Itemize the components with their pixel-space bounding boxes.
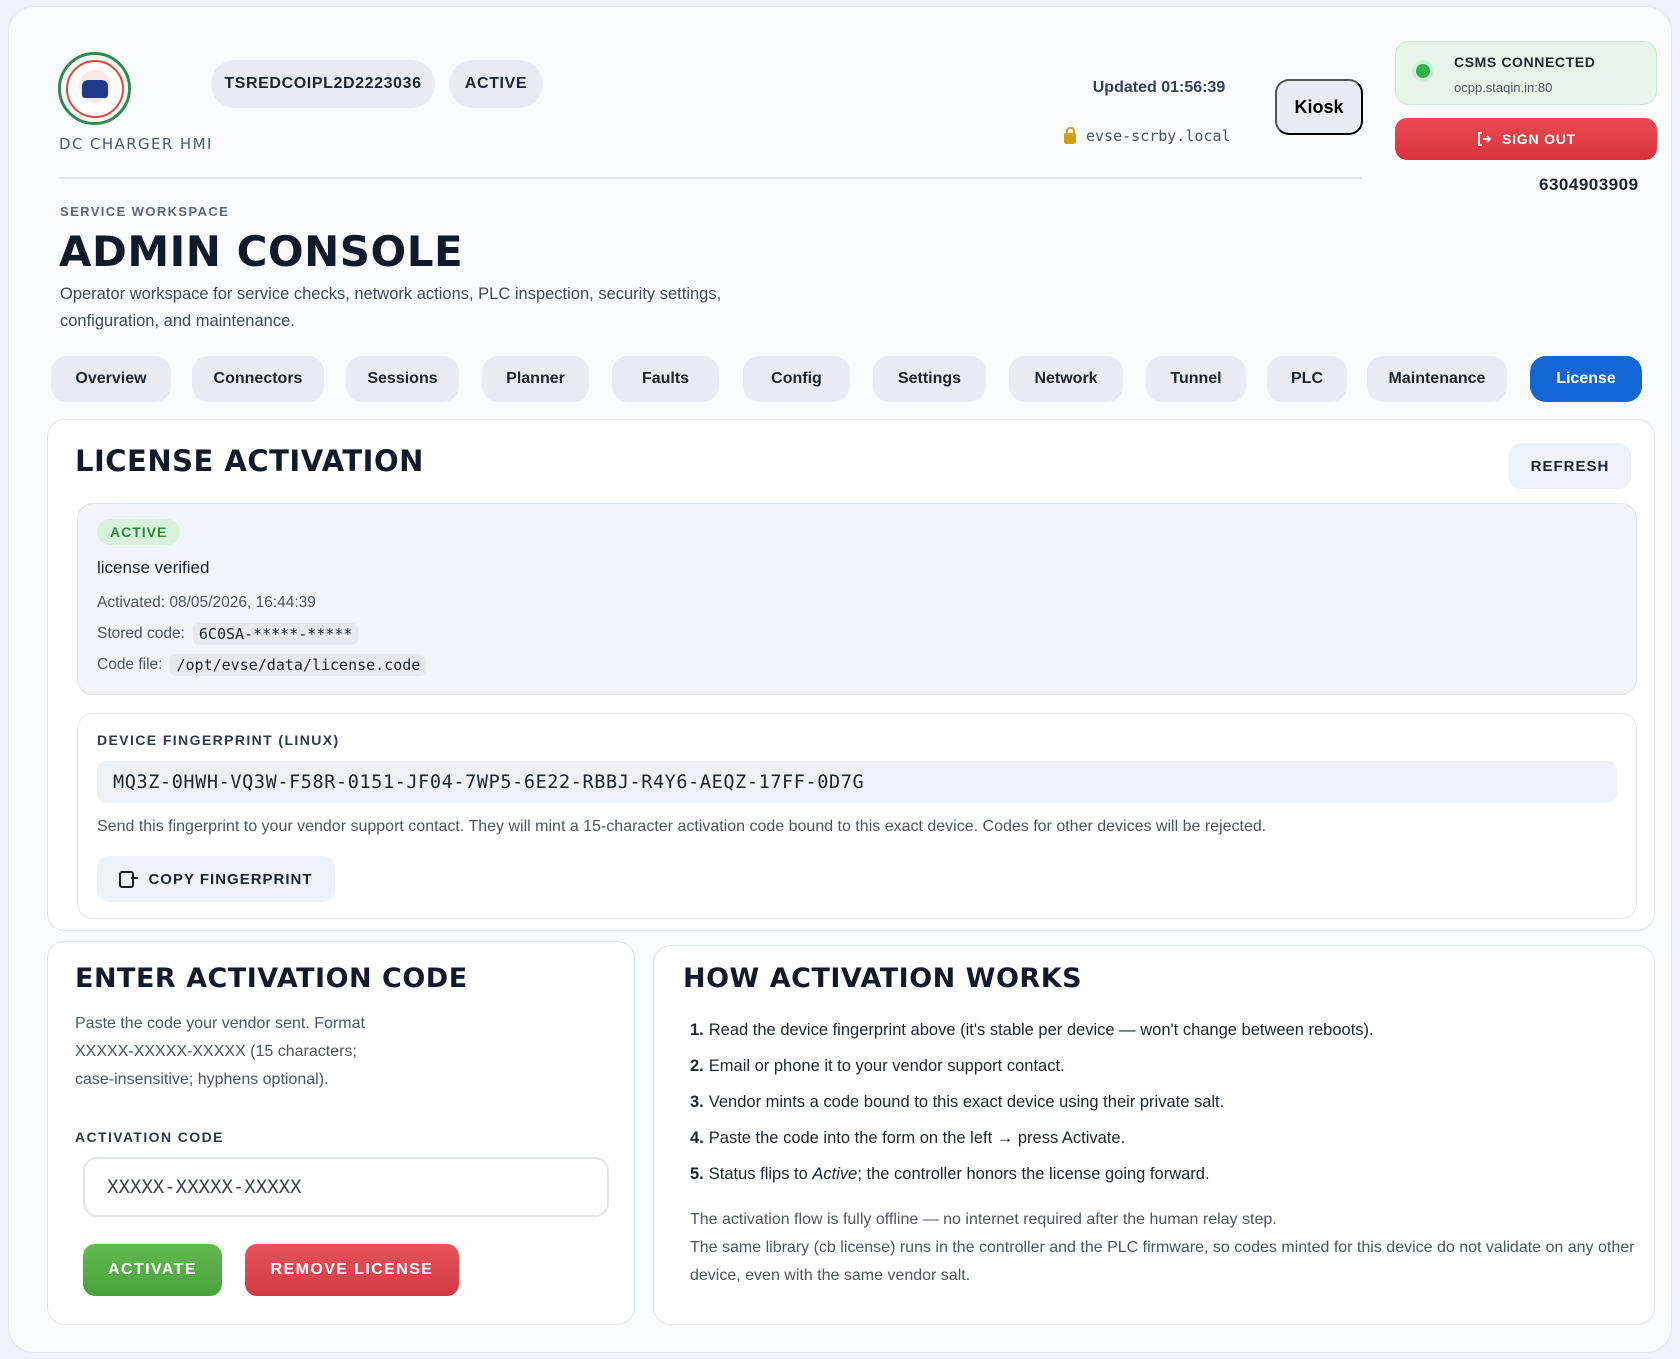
list-item: 5. Status flips to Active; the controller… (690, 1165, 1210, 1183)
sign-out-label: SIGN OUT (1501, 131, 1577, 147)
tab-overview[interactable]: Overview (51, 356, 171, 402)
fingerprint-label: DEVICE FINGERPRINT (LINUX) (97, 732, 340, 748)
tab-maintenance[interactable]: Maintenance (1367, 356, 1507, 402)
charger-id-chip: TSREDCOIPL2D2223036 (211, 60, 435, 108)
note-offline: The activation flow is fully offline — n… (690, 1211, 1277, 1228)
brand-logo (58, 52, 131, 125)
activation-title: ENTER ACTIVATION CODE (75, 963, 468, 994)
stored-code-value: 6C0SA-*****-***** (192, 623, 359, 645)
tab-plc[interactable]: PLC (1267, 356, 1347, 402)
operator-phone: 6304903909 (1539, 175, 1639, 194)
logo-emblem-icon (65, 59, 124, 118)
copy-fingerprint-label: COPY FINGERPRINT (148, 870, 313, 888)
header-divider (59, 177, 1362, 179)
activation-code-input[interactable] (83, 1157, 609, 1217)
kiosk-button[interactable]: Kiosk (1275, 79, 1363, 135)
sign-out-button[interactable]: SIGN OUT (1395, 118, 1657, 160)
activated-date: Activated: 08/05/2026, 16:44:39 (97, 594, 316, 611)
activation-code-label: ACTIVATION CODE (75, 1129, 224, 1145)
stored-code-label: Stored code: (97, 625, 185, 642)
tab-connectors[interactable]: Connectors (192, 356, 324, 402)
page-description: Operator workspace for service checks, n… (60, 285, 722, 330)
last-updated: Updated 01:56:39 (1092, 79, 1226, 96)
activate-button[interactable]: ACTIVATE (83, 1244, 222, 1296)
tab-config[interactable]: Config (743, 356, 850, 402)
refresh-button[interactable]: REFRESH (1509, 443, 1631, 489)
tab-faults[interactable]: Faults (612, 356, 719, 402)
note-library: The same library (cb license) runs in th… (690, 1239, 1635, 1284)
tab-settings[interactable]: Settings (873, 356, 986, 402)
how-title: HOW ACTIVATION WORKS (683, 963, 1083, 994)
list-item: 1. Read the device fingerprint above (it'… (690, 1021, 1374, 1039)
app-label: DC CHARGER HMI (59, 135, 213, 153)
stored-code-row: Stored code: 6C0SA-*****-***** (97, 623, 359, 645)
license-status-text: license verified (97, 558, 210, 577)
license-status-badge: ACTIVE (97, 519, 181, 545)
list-item: 2. Email or phone it to your vendor suppo… (690, 1057, 1065, 1075)
tab-planner[interactable]: Planner (482, 356, 589, 402)
remove-license-button[interactable]: REMOVE LICENSE (245, 1244, 459, 1296)
activation-steps: 1. Read the device fingerprint above (it'… (690, 1012, 1650, 1192)
host-info: evse-scrby.local (1064, 126, 1231, 145)
tab-sessions[interactable]: Sessions (346, 356, 459, 402)
csms-status-card: CSMS CONNECTED ocpp.staqin.in:80 (1395, 41, 1657, 105)
activation-help: Paste the code your vendor sent. Format … (75, 1015, 365, 1088)
code-file-row: Code file: /opt/evse/data/license.code (97, 654, 427, 676)
list-item: 3. Vendor mints a code bound to this exac… (690, 1093, 1225, 1111)
app-frame: DC CHARGER HMI TSREDCOIPL2D2223036 ACTIV… (8, 6, 1672, 1353)
tab-tunnel[interactable]: Tunnel (1146, 356, 1246, 402)
tab-network[interactable]: Network (1009, 356, 1123, 402)
page-title: ADMIN CONSOLE (59, 227, 464, 276)
csms-title: CSMS CONNECTED (1454, 54, 1596, 70)
csms-host: ocpp.staqin.in:80 (1454, 80, 1553, 95)
activation-note: The activation flow is fully offline — n… (690, 1206, 1650, 1290)
page-eyebrow: SERVICE WORKSPACE (60, 204, 230, 219)
status-dot-icon (1416, 64, 1430, 78)
code-file-path: /opt/evse/data/license.code (170, 654, 427, 676)
charger-status-chip: ACTIVE (449, 60, 543, 108)
copy-icon (119, 870, 139, 888)
fingerprint-help: Send this fingerprint to your vendor sup… (97, 818, 1267, 835)
fingerprint-value[interactable]: MQ3Z-0HWH-VQ3W-F58R-0151-JF04-7WP5-6E22-… (97, 761, 1617, 803)
license-title: LICENSE ACTIVATION (75, 444, 424, 478)
tab-license[interactable]: License (1530, 356, 1642, 402)
list-item: 4. Paste the code into the form on the le… (690, 1129, 1126, 1147)
copy-fingerprint-button[interactable]: COPY FINGERPRINT (97, 856, 335, 902)
sign-out-icon (1478, 132, 1492, 146)
code-file-label: Code file: (97, 656, 163, 673)
lock-icon (1064, 126, 1076, 144)
hostname: evse-scrby.local (1086, 127, 1231, 145)
